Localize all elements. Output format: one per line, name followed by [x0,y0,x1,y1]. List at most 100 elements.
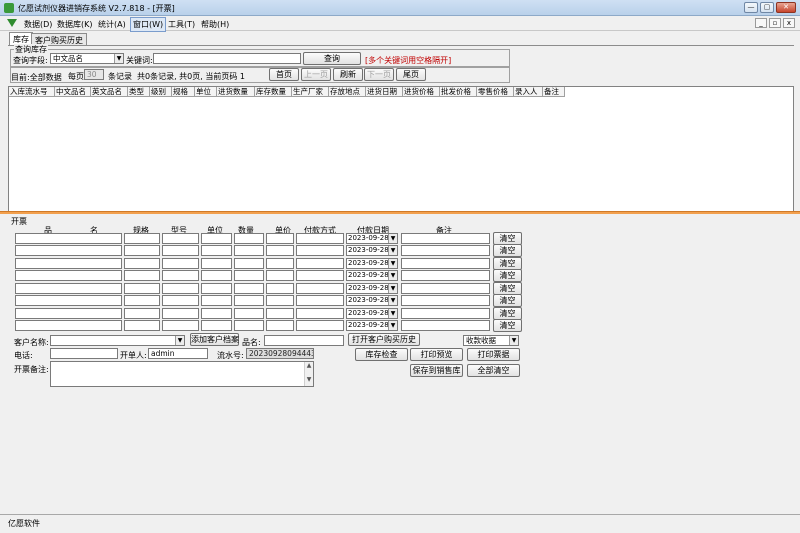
remark-scrollbar[interactable]: ▲ ▼ [304,362,313,386]
item-paymethod-input[interactable] [296,233,344,244]
issuer-input[interactable]: admin [148,348,208,359]
item-unit-input[interactable] [201,233,232,244]
item-remark-input[interactable] [401,233,490,244]
clear-row-button[interactable]: 清空 [493,269,522,282]
clear-row-button[interactable]: 清空 [493,244,522,257]
item-unit-input[interactable] [201,283,232,294]
col-header[interactable]: 批发价格 [440,87,477,97]
item-model-input[interactable] [162,283,199,294]
clear-row-button[interactable]: 清空 [493,319,522,332]
refresh-button[interactable]: 刷新 [333,68,363,81]
item-qty-input[interactable] [234,258,264,269]
scroll-up-icon[interactable]: ▲ [307,362,312,369]
item-remark-input[interactable] [401,308,490,319]
clear-all-button[interactable]: 全部清空 [467,364,520,377]
item-spec-input[interactable] [124,258,160,269]
open-history-button[interactable]: 打开客户购买历史 [348,333,420,346]
menu-tools[interactable]: 工具(T) [168,19,195,30]
menu-data[interactable]: 数据(D) [24,19,52,30]
panel-splitter[interactable] [0,211,800,214]
item-name-input[interactable] [15,245,122,256]
item-paymethod-input[interactable] [296,258,344,269]
phone-input[interactable] [50,348,118,359]
clear-row-button[interactable]: 清空 [493,294,522,307]
item-model-input[interactable] [162,233,199,244]
item-name-input[interactable] [15,283,122,294]
item-paymethod-input[interactable] [296,270,344,281]
item-unit-input[interactable] [201,258,232,269]
item-unit-input[interactable] [201,320,232,331]
item-spec-input[interactable] [124,270,160,281]
item-spec-input[interactable] [124,308,160,319]
item-unit-input[interactable] [201,295,232,306]
chevron-down-icon[interactable]: ▼ [114,54,123,63]
item-unit-input[interactable] [201,245,232,256]
item-price-input[interactable] [266,308,294,319]
col-header[interactable]: 录入人 [514,87,543,97]
col-header[interactable]: 规格 [172,87,195,97]
item-name-input[interactable] [15,270,122,281]
minimize-button[interactable]: — [744,2,758,13]
chevron-down-icon[interactable]: ▼ [175,336,184,345]
close-button[interactable]: ✕ [776,2,796,13]
col-header[interactable]: 级别 [150,87,172,97]
per-page-input[interactable]: 30 [84,69,104,80]
col-header[interactable]: 进货数量 [217,87,255,97]
col-header[interactable]: 进货价格 [403,87,440,97]
item-price-input[interactable] [266,295,294,306]
last-page-button[interactable]: 尾页 [396,68,426,81]
maximize-button[interactable]: ▢ [760,2,774,13]
item-name-input[interactable] [15,320,122,331]
product-input[interactable] [264,335,344,346]
query-field-select[interactable]: 中文品名 ▼ [50,53,124,64]
item-remark-input[interactable] [401,258,490,269]
item-model-input[interactable] [162,245,199,256]
prev-page-button[interactable]: 上一页 [301,68,331,81]
item-qty-input[interactable] [234,270,264,281]
col-header[interactable]: 入库流水号 [9,87,55,97]
item-name-input[interactable] [15,308,122,319]
item-model-input[interactable] [162,270,199,281]
next-page-button[interactable]: 下一页 [364,68,394,81]
chevron-down-icon[interactable]: ▼ [388,284,397,293]
menu-stats[interactable]: 统计(A) [98,19,126,30]
item-model-input[interactable] [162,320,199,331]
item-remark-input[interactable] [401,283,490,294]
item-qty-input[interactable] [234,233,264,244]
chevron-down-icon[interactable]: ▼ [388,234,397,243]
item-date-picker[interactable]: 2023-09-28 ▼ [346,308,398,319]
col-header[interactable]: 英文品名 [91,87,128,97]
print-preview-button[interactable]: 打印预览 [410,348,463,361]
item-qty-input[interactable] [234,308,264,319]
scroll-down-icon[interactable]: ▼ [307,376,312,383]
chevron-down-icon[interactable]: ▼ [388,246,397,255]
item-paymethod-input[interactable] [296,320,344,331]
print-receipt-button[interactable]: 打印票据 [467,348,520,361]
item-remark-input[interactable] [401,320,490,331]
item-unit-input[interactable] [201,308,232,319]
menu-help[interactable]: 帮助(H) [201,19,229,30]
chevron-down-icon[interactable]: ▼ [388,259,397,268]
item-remark-input[interactable] [401,270,490,281]
chevron-down-icon[interactable]: ▼ [388,309,397,318]
mdi-close-button[interactable]: x [783,18,795,28]
item-remark-input[interactable] [401,245,490,256]
col-header[interactable]: 进货日期 [366,87,403,97]
col-header[interactable]: 单位 [195,87,217,97]
item-price-input[interactable] [266,258,294,269]
item-price-input[interactable] [266,233,294,244]
chevron-down-icon[interactable]: ▼ [388,321,397,330]
item-date-picker[interactable]: 2023-09-28 ▼ [346,258,398,269]
item-model-input[interactable] [162,308,199,319]
receipt-type-select[interactable]: 收款收据 ▼ [463,335,519,346]
item-qty-input[interactable] [234,295,264,306]
chevron-down-icon[interactable]: ▼ [509,336,518,345]
invoice-remark-textarea[interactable]: ▲ ▼ [50,361,314,387]
mdi-restore-button[interactable]: ▫ [769,18,781,28]
item-spec-input[interactable] [124,295,160,306]
item-date-picker[interactable]: 2023-09-28 ▼ [346,233,398,244]
item-name-input[interactable] [15,258,122,269]
keyword-input[interactable] [153,53,301,64]
first-page-button[interactable]: 首页 [269,68,299,81]
item-name-input[interactable] [15,233,122,244]
